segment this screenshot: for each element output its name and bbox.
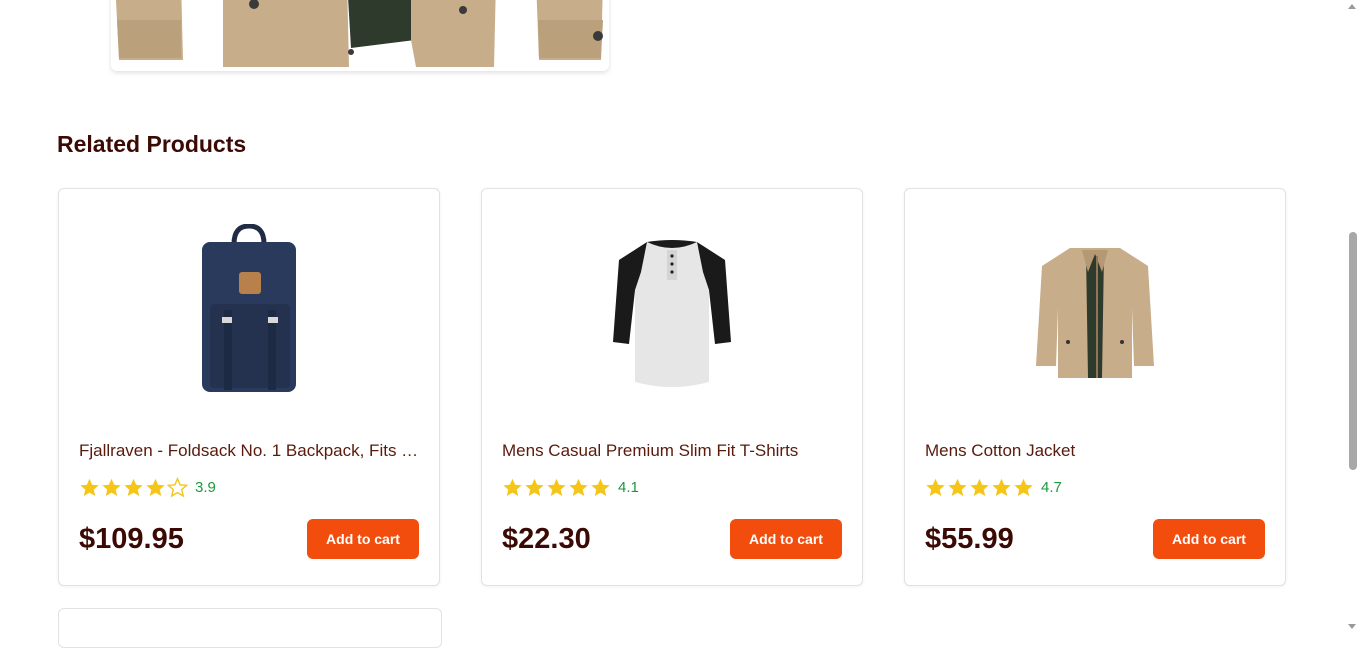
star-full-icon <box>547 478 566 496</box>
star-full-icon <box>525 478 544 496</box>
product-name[interactable]: Mens Casual Premium Slim Fit T-Shirts <box>502 441 844 461</box>
product-card[interactable]: Fjallraven - Foldsack No. 1 Backpack, Fi… <box>58 188 440 586</box>
product-card[interactable]: Mens Casual Premium Slim Fit T-Shirts 4.… <box>481 188 863 586</box>
rating-value: 3.9 <box>195 479 216 496</box>
star-full-icon <box>970 478 989 496</box>
star-full-icon <box>926 478 945 496</box>
scroll-up-arrow-icon[interactable] <box>1348 4 1356 9</box>
scroll-thumb[interactable] <box>1349 232 1357 470</box>
scroll-down-arrow-icon[interactable] <box>1348 624 1356 629</box>
product-rating: 4.1 <box>502 477 639 498</box>
product-name[interactable]: Mens Cotton Jacket <box>925 441 1267 461</box>
tshirt-image[interactable] <box>482 219 862 404</box>
product-price: $22.30 <box>502 523 591 555</box>
add-to-cart-button[interactable]: Add to cart <box>307 519 419 559</box>
product-rating: 3.9 <box>79 477 216 498</box>
star-empty-icon <box>167 477 188 498</box>
related-products-heading: Related Products <box>57 131 247 157</box>
jacket-image[interactable] <box>905 219 1285 404</box>
star-full-icon <box>503 478 522 496</box>
page-scrollbar[interactable] <box>1345 0 1360 633</box>
product-card[interactable]: Mens Cotton Jacket 4.7 $55.99 Add to car… <box>904 188 1286 586</box>
star-full-icon <box>591 478 610 496</box>
rating-value: 4.7 <box>1041 479 1062 496</box>
star-full-icon <box>569 478 588 496</box>
backpack-image[interactable] <box>59 219 439 404</box>
product-price: $109.95 <box>79 523 184 555</box>
star-full-icon <box>146 478 165 496</box>
add-to-cart-button[interactable]: Add to cart <box>1153 519 1265 559</box>
product-rating: 4.7 <box>925 477 1062 498</box>
star-full-icon <box>1014 478 1033 496</box>
rating-value: 4.1 <box>618 479 639 496</box>
add-to-cart-button[interactable]: Add to cart <box>730 519 842 559</box>
star-full-icon <box>124 478 143 496</box>
product-name[interactable]: Fjallraven - Foldsack No. 1 Backpack, Fi… <box>79 441 421 461</box>
star-full-icon <box>948 478 967 496</box>
product-card[interactable] <box>58 608 442 648</box>
star-full-icon <box>102 478 121 496</box>
main-product-image <box>111 0 609 71</box>
product-price: $55.99 <box>925 523 1014 555</box>
star-full-icon <box>80 478 99 496</box>
star-full-icon <box>992 478 1011 496</box>
